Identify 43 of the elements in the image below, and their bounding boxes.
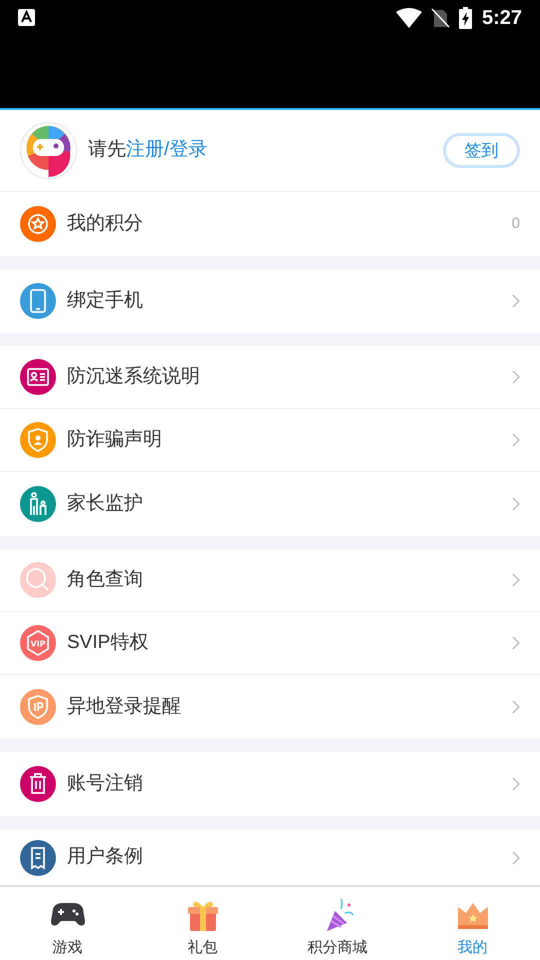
menu-item[interactable]: 账号注销: [0, 752, 540, 816]
tab[interactable]: 我的: [405, 887, 540, 960]
points-value: 0: [512, 214, 520, 234]
menu-label: 防沉迷系统说明: [67, 364, 201, 389]
menu-label: 异地登录提醒: [67, 694, 182, 719]
menu-label: 角色查询: [67, 568, 144, 592]
menu-item[interactable]: 防诈骗声明: [0, 409, 540, 472]
menu-label: SVIP特权: [67, 630, 150, 655]
menu-label: 用户条例: [67, 845, 144, 870]
chevron-right-icon: [512, 850, 520, 864]
menu-label: 绑定手机: [67, 288, 144, 313]
login-prompt: 请先注册/登录: [88, 138, 208, 162]
menu-item[interactable]: 防沉迷系统说明: [0, 346, 540, 409]
menu-item[interactable]: 用户条例: [0, 829, 540, 886]
chevron-right-icon: [512, 636, 520, 650]
menu-label: 我的积分: [67, 212, 144, 236]
status-time: 5:27: [482, 6, 522, 30]
menu-label: 账号注销: [67, 772, 144, 796]
menu-item[interactable]: 我的积分 0: [0, 192, 540, 256]
wifi-icon: [396, 8, 422, 28]
login-link[interactable]: 注册/登录: [126, 139, 208, 160]
tab[interactable]: 积分商城: [270, 887, 405, 960]
checkin-button[interactable]: 签到: [443, 133, 520, 168]
no-sim-icon: [430, 8, 450, 28]
chevron-right-icon: [512, 370, 520, 384]
menu-label: 家长监护: [67, 492, 144, 516]
battery-icon: [458, 6, 472, 28]
menu-label: 防诈骗声明: [67, 428, 163, 452]
chevron-right-icon: [512, 573, 520, 587]
menu-item[interactable]: 异地登录提醒: [0, 675, 540, 739]
menu-item[interactable]: 角色查询: [0, 549, 540, 612]
tab[interactable]: 游戏: [0, 887, 135, 960]
chevron-right-icon: [512, 497, 520, 511]
menu-item[interactable]: 家长监护: [0, 472, 540, 536]
tab[interactable]: 礼包: [135, 887, 270, 960]
chevron-right-icon: [512, 777, 520, 791]
chevron-right-icon: [512, 294, 520, 308]
app-logo: [20, 122, 77, 179]
menu-item[interactable]: VIP SVIP特权: [0, 612, 540, 675]
chevron-right-icon: [512, 700, 520, 714]
menu-item[interactable]: 绑定手机: [0, 269, 540, 333]
notification-icon: [18, 9, 35, 26]
chevron-right-icon: [512, 433, 520, 447]
